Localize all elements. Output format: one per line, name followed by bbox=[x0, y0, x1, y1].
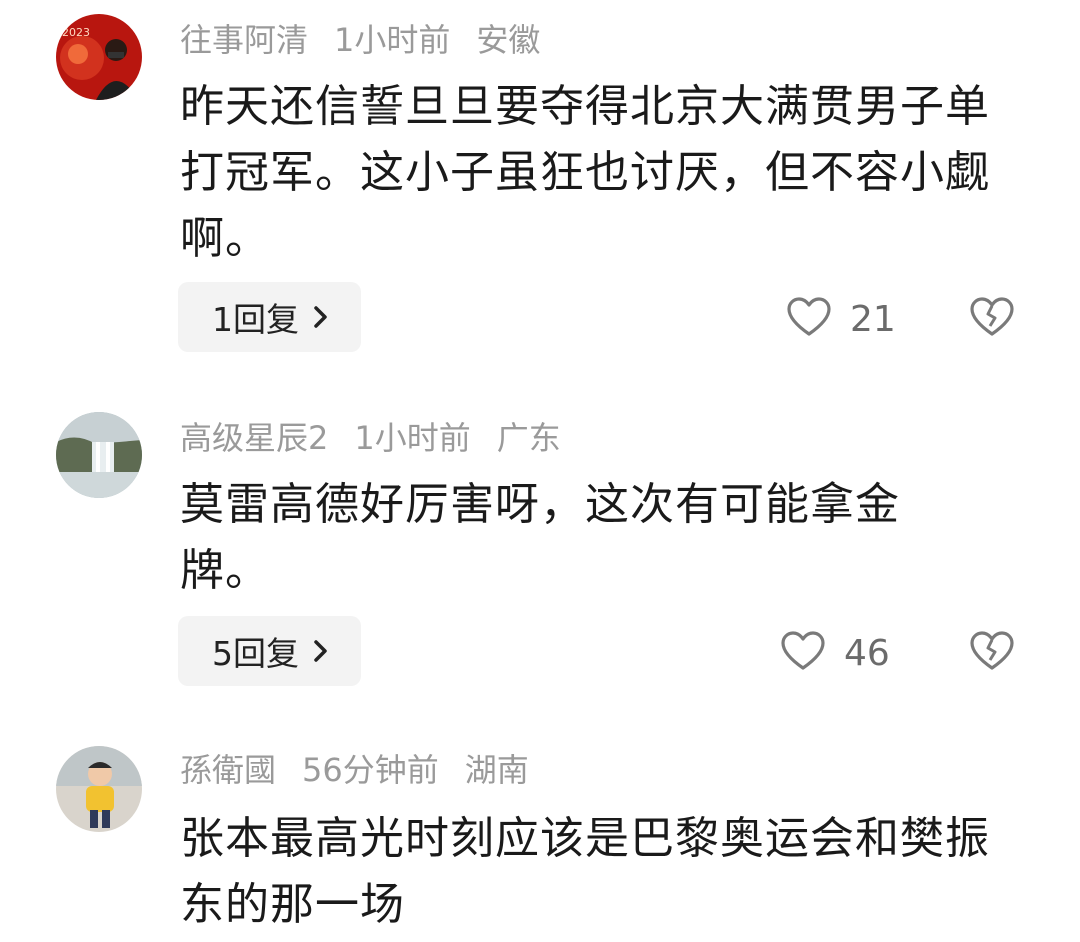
username[interactable]: 高级星辰2 bbox=[180, 419, 328, 457]
like-count: 21 bbox=[850, 298, 896, 340]
dislike-button[interactable] bbox=[968, 296, 1016, 342]
heart-icon bbox=[780, 630, 826, 676]
comment-meta: 孫衛國 56分钟前 湖南 bbox=[180, 748, 555, 792]
comment-text: 昨天还信誓旦旦要夺得北京大满贯男子单打冠军。这小子虽狂也讨厌，但不容小觑啊。 bbox=[180, 81, 990, 264]
location: 安徽 bbox=[476, 21, 541, 59]
avatar[interactable]: 2023 bbox=[56, 14, 142, 100]
heart-icon bbox=[786, 296, 832, 342]
comment-text: 张本最高光时刻应该是巴黎奥运会和樊振东的那一场 bbox=[180, 813, 990, 930]
comment-meta: 往事阿清 1小时前 安徽 bbox=[180, 18, 566, 62]
location: 广东 bbox=[496, 419, 561, 457]
username[interactable]: 往事阿清 bbox=[180, 21, 308, 59]
replies-label: 5回复 bbox=[212, 634, 299, 673]
chevron-right-icon bbox=[313, 639, 329, 663]
location: 湖南 bbox=[464, 751, 529, 789]
dislike-button[interactable] bbox=[968, 630, 1016, 676]
avatar[interactable] bbox=[56, 412, 142, 498]
timestamp: 1小时前 bbox=[354, 419, 471, 457]
like-count: 46 bbox=[844, 632, 890, 674]
broken-heart-icon bbox=[968, 631, 1016, 676]
avatar[interactable] bbox=[56, 746, 142, 832]
like-button[interactable]: 21 bbox=[786, 296, 896, 342]
replies-label: 1回复 bbox=[212, 300, 299, 339]
chevron-right-icon bbox=[313, 305, 329, 329]
replies-button[interactable]: 5回复 bbox=[178, 616, 361, 686]
broken-heart-icon bbox=[968, 297, 1016, 342]
like-button[interactable]: 46 bbox=[780, 630, 890, 676]
comment-meta: 高级星辰2 1小时前 广东 bbox=[180, 416, 587, 460]
timestamp: 1小时前 bbox=[334, 21, 451, 59]
svg-text:2023: 2023 bbox=[62, 26, 90, 39]
comment-text: 莫雷高德好厉害呀，这次有可能拿金牌。 bbox=[180, 479, 900, 596]
replies-button[interactable]: 1回复 bbox=[178, 282, 361, 352]
username[interactable]: 孫衛國 bbox=[180, 751, 276, 789]
timestamp: 56分钟前 bbox=[302, 751, 439, 789]
